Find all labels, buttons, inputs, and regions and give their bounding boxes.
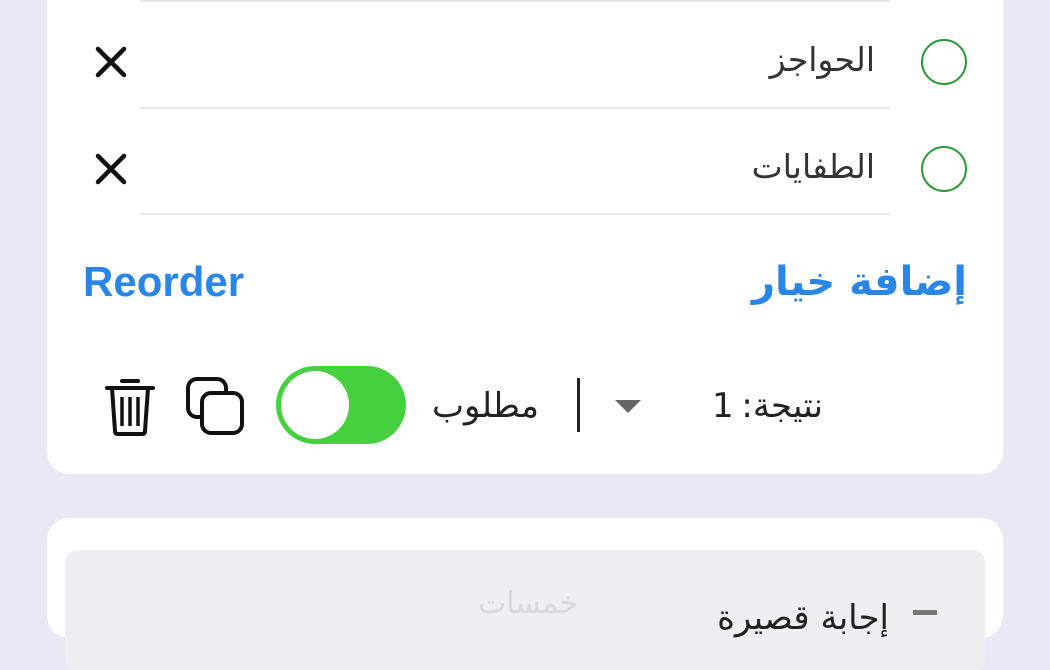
option-label[interactable]: الطفايات xyxy=(752,147,875,187)
row-divider xyxy=(140,213,890,215)
add-option-button[interactable]: إضافة خيار xyxy=(752,258,967,306)
remove-option-button[interactable] xyxy=(93,151,129,187)
reorder-button[interactable]: Reorder xyxy=(83,258,244,306)
option-row: الطفايات xyxy=(47,109,1003,214)
watermark-logo: خمسات xyxy=(478,586,579,621)
copy-icon xyxy=(186,377,244,435)
option-row: الحواجز xyxy=(47,2,1003,107)
remove-option-button[interactable] xyxy=(93,44,129,80)
radio-circle-icon xyxy=(921,146,967,192)
chevron-down-icon[interactable] xyxy=(615,400,641,413)
required-label: مطلوب xyxy=(432,386,539,426)
option-label[interactable]: الحواجز xyxy=(770,40,875,80)
minus-icon xyxy=(913,610,937,615)
delete-button[interactable] xyxy=(103,375,157,437)
footer-divider xyxy=(577,378,580,432)
duplicate-button[interactable] xyxy=(184,375,246,437)
score-label: نتيجة: xyxy=(741,386,823,426)
next-question-card: خمسات إجابة قصيرة xyxy=(47,518,1003,670)
question-type-label: إجابة قصيرة xyxy=(717,598,889,638)
required-toggle[interactable] xyxy=(276,366,406,444)
score-value[interactable]: 1 xyxy=(712,386,734,426)
question-card: الحواجز الطفايات إضافة خيار Reorder نتيج… xyxy=(47,0,1003,474)
close-icon xyxy=(95,46,127,78)
close-icon xyxy=(95,153,127,185)
toggle-knob xyxy=(281,371,349,439)
question-type-selector[interactable]: خمسات إجابة قصيرة xyxy=(65,550,985,670)
trash-icon xyxy=(105,379,155,436)
radio-circle-icon xyxy=(921,39,967,85)
